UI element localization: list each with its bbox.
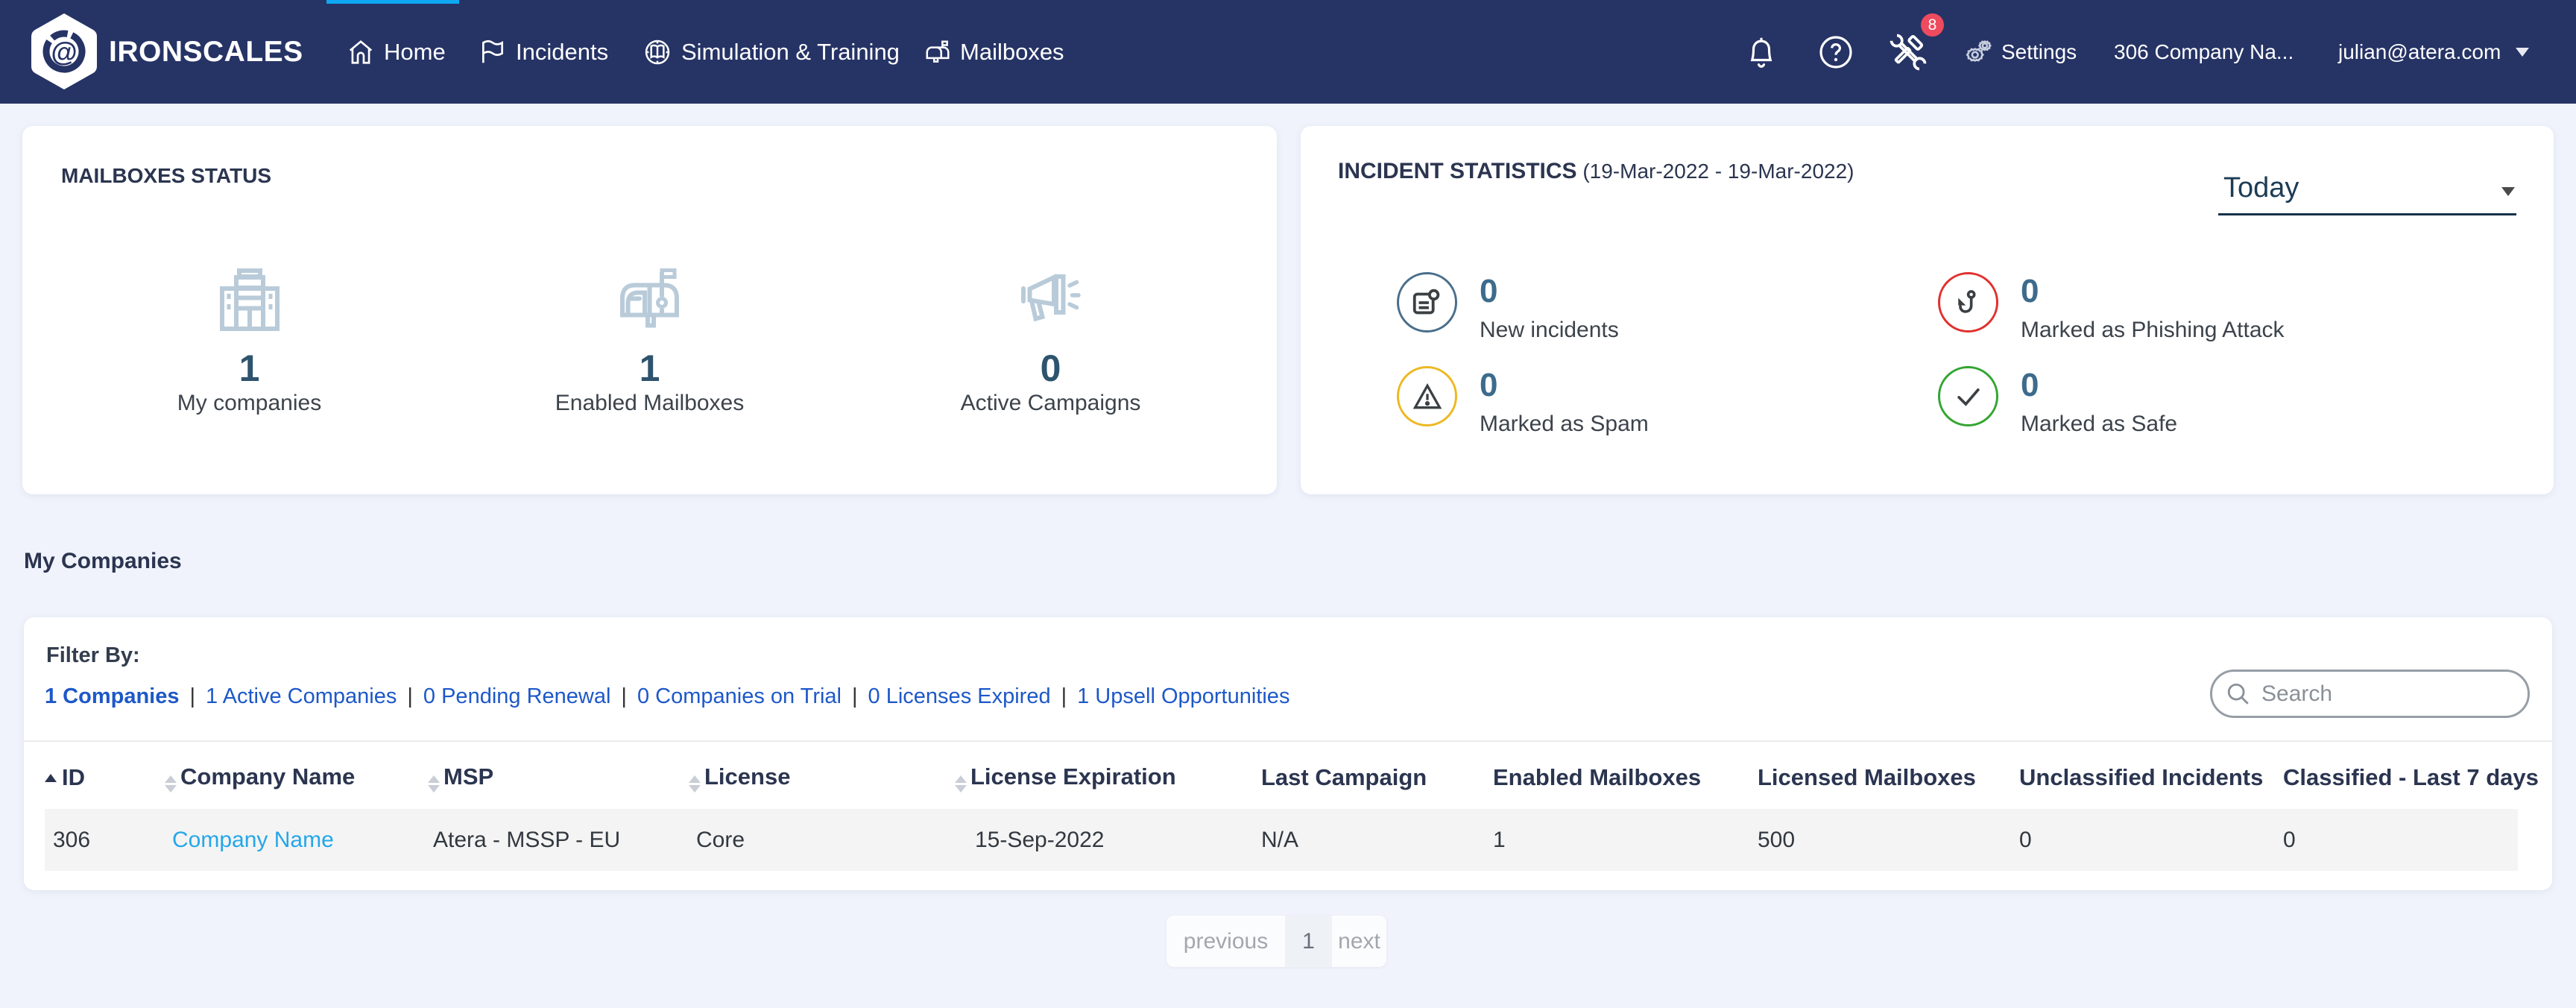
svg-text:@: @ [51,37,77,67]
